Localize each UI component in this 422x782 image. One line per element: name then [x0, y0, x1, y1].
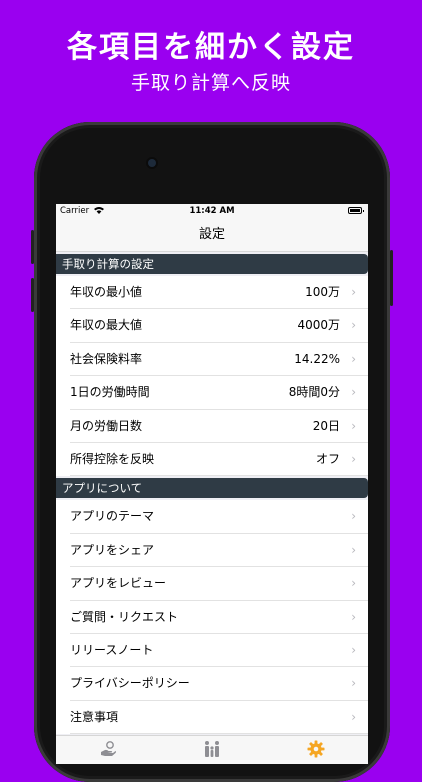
battery-icon [348, 207, 364, 214]
app-screen: Carrier 11:42 AM 設定 手取り計算の設定 年収の最小値 100万 › 年… [56, 204, 368, 764]
row-label: 1日の労働時間 [70, 385, 150, 400]
chevron-right-icon: › [351, 509, 356, 524]
chevron-right-icon: › [351, 351, 356, 366]
row-label: ご質問・リクエスト [70, 609, 179, 624]
phone-power-button [390, 250, 393, 306]
chevron-right-icon: › [351, 542, 356, 557]
settings-row[interactable]: 注意事項 › [56, 700, 368, 735]
status-bar: Carrier 11:42 AM [56, 204, 368, 218]
settings-list: 手取り計算の設定年収の最小値 100万 › 年収の最大値 4000万 › 社会保険料率 14.… [56, 254, 368, 735]
chevron-right-icon: › [351, 676, 356, 691]
row-label: 社会保険料率 [70, 351, 143, 366]
settings-row[interactable]: 月の労働日数 20日 › [56, 409, 368, 444]
row-value: 8時間0分 [288, 385, 340, 400]
tab-family[interactable] [160, 736, 264, 764]
chevron-right-icon: › [351, 418, 356, 433]
row-value: 14.22% [294, 351, 340, 366]
row-label: 年収の最大値 [70, 318, 143, 333]
tab-settings[interactable] [264, 736, 368, 764]
section-header: アプリについて [56, 478, 368, 499]
phone-volume-button [31, 278, 34, 312]
settings-row[interactable]: アプリをシェア › [56, 533, 368, 568]
row-label: 所得控除を反映 [70, 451, 155, 466]
row-value: オフ [315, 451, 340, 466]
row-label: アプリのテーマ [70, 509, 155, 524]
page-title: 設定 [56, 218, 368, 252]
settings-row[interactable]: 社会保険料率 14.22% › [56, 342, 368, 377]
chevron-right-icon: › [351, 451, 356, 466]
row-value: 4000万 [297, 318, 340, 333]
settings-row[interactable]: ご質問・リクエスト › [56, 600, 368, 635]
chevron-right-icon: › [351, 709, 356, 724]
row-value: 20日 [312, 418, 340, 433]
promo-headline: 各項目を細かく設定 [67, 30, 355, 65]
row-label: アプリをレビュー [70, 576, 167, 591]
chevron-right-icon: › [351, 385, 356, 400]
settings-row[interactable]: アプリのテーマ › [56, 500, 368, 535]
settings-row[interactable]: 1日の労働時間 8時間0分 › [56, 376, 368, 410]
chevron-right-icon: › [351, 318, 356, 333]
phone-volume-button [31, 230, 34, 264]
row-label: 注意事項 [70, 709, 119, 724]
settings-row[interactable]: 年収の最小値 100万 › [56, 276, 368, 310]
row-value: 100万 [305, 285, 340, 299]
section-header: 手取り計算の設定 [56, 254, 368, 274]
row-label: アプリをシェア [70, 542, 155, 557]
promo-subline: 手取り計算へ反映 [130, 72, 291, 94]
tab-take-home[interactable] [56, 736, 160, 764]
settings-row[interactable]: 年収の最大値 4000万 › [56, 309, 368, 344]
settings-row[interactable]: アプリをレビュー › [56, 567, 368, 601]
family-icon [205, 741, 219, 757]
status-time: 11:42 AM [189, 206, 235, 216]
chevron-right-icon: › [351, 642, 356, 657]
chevron-right-icon: › [351, 285, 356, 299]
settings-row[interactable]: プライバシーポリシー › [56, 667, 368, 702]
chevron-right-icon: › [351, 609, 356, 624]
gear-icon [307, 740, 325, 758]
row-label: 年収の最小値 [70, 285, 143, 299]
row-label: 月の労働日数 [70, 418, 143, 433]
chevron-right-icon: › [351, 576, 356, 591]
hand-coin-icon [101, 741, 116, 756]
front-camera [148, 159, 156, 167]
row-label: プライバシーポリシー [70, 676, 190, 691]
row-label: リリースノート [70, 642, 154, 657]
settings-row[interactable]: リリースノート › [56, 633, 368, 668]
settings-row[interactable]: 所得控除を反映 オフ › [56, 442, 368, 477]
